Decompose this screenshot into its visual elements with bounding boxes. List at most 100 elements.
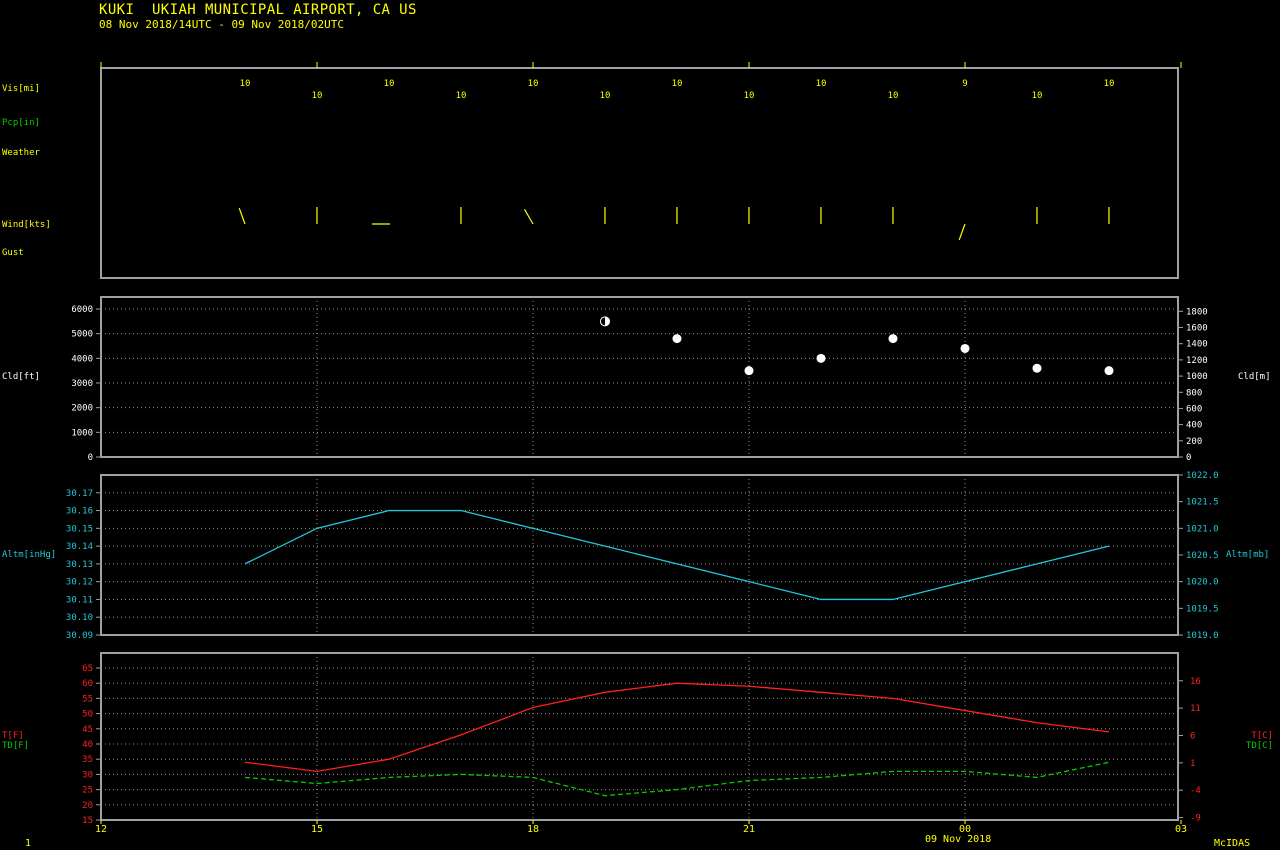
visibility-value: 10	[744, 91, 755, 101]
cloud-y2tick-label: 1200	[1186, 356, 1208, 366]
temp-ytick-label: 25	[82, 786, 93, 796]
cloud-marker	[744, 366, 754, 376]
temp-y2tick-label: -4	[1190, 786, 1201, 796]
temp-ytick-label: 55	[82, 694, 93, 704]
meteogram: Vis[mi]Pcp[in]WeatherWind[kts]Gust101010…	[2, 62, 1273, 835]
temp-ytick-label: 20	[82, 801, 93, 811]
altm-ytick-label: 30.12	[66, 578, 93, 588]
cloud-ytick-label: 3000	[71, 379, 93, 389]
temp-ytick-label: 45	[82, 725, 93, 735]
cloud-marker	[1104, 366, 1114, 376]
temp-y2tick-label: 11	[1190, 704, 1201, 714]
hour-tick-label: 03	[1175, 824, 1187, 835]
cloud-panel-frame	[100, 296, 1179, 458]
surface-panel-frame	[100, 67, 1179, 279]
cloud-ytick-label: 1000	[71, 428, 93, 438]
cloud-marker	[672, 334, 682, 344]
dewpoint-line	[244, 761, 1110, 797]
visibility-value: 10	[240, 79, 251, 89]
cloud-ylabel: Cld[ft]	[2, 372, 40, 382]
cloud-y2tick-label: 1000	[1186, 372, 1208, 382]
hour-tick-label: 15	[311, 824, 323, 835]
cloud-ytick-label: 5000	[71, 330, 93, 340]
wind-barb	[523, 208, 534, 225]
cloud-ytick-label: 4000	[71, 354, 93, 364]
altm-y2tick-label: 1021.0	[1186, 524, 1219, 534]
visibility-value: 9	[962, 79, 967, 89]
temperature-line	[244, 682, 1110, 773]
altm-ytick-label: 30.11	[66, 595, 93, 605]
cloud-y2tick-label: 600	[1186, 404, 1202, 414]
visibility-value: 10	[528, 79, 539, 89]
visibility-value: 10	[312, 91, 323, 101]
visibility-value: 10	[672, 79, 683, 89]
altm-ytick-label: 30.13	[66, 560, 93, 570]
altm-ytick-label: 30.10	[66, 613, 93, 623]
temp-f-label: T[F]	[2, 731, 24, 741]
altm-y2tick-label: 1020.5	[1186, 551, 1219, 561]
hour-tick-label: 12	[95, 824, 107, 835]
visibility-value: 10	[1104, 79, 1115, 89]
cloud-y2label: Cld[m]	[1238, 372, 1271, 382]
visibility-value: 10	[888, 91, 899, 101]
cloud-y2tick-label: 1800	[1186, 307, 1208, 317]
temp-y2tick-label: 16	[1190, 677, 1201, 687]
vis-row-label: Vis[mi]	[2, 84, 40, 94]
cloud-ytick-label: 6000	[71, 305, 93, 315]
visibility-value: 10	[384, 79, 395, 89]
cloud-marker	[888, 334, 898, 344]
altm-ytick-label: 30.15	[66, 524, 93, 534]
cloud-ytick-label: 2000	[71, 404, 93, 414]
altm-ytick-label: 30.17	[66, 489, 93, 499]
temp-y2tick-label: -9	[1190, 814, 1201, 824]
temp-ytick-label: 30	[82, 770, 93, 780]
gust-row-label: Gust	[2, 248, 24, 258]
cloud-ytick-label: 0	[88, 453, 93, 463]
temp-y2tick-label: 1	[1190, 759, 1195, 769]
visibility-value: 10	[816, 79, 827, 89]
visibility-value: 10	[456, 91, 467, 101]
cloud-y2tick-label: 200	[1186, 437, 1202, 447]
altm-ylabel: Altm[inHg]	[2, 550, 56, 560]
temp-c-label: T[C]	[1251, 731, 1273, 741]
wind-row-label: Wind[kts]	[2, 220, 51, 230]
pcp-row-label: Pcp[in]	[2, 118, 40, 128]
cloud-y2tick-label: 1600	[1186, 324, 1208, 334]
altm-y2tick-label: 1019.5	[1186, 604, 1219, 614]
temp-y2tick-label: 6	[1190, 731, 1195, 741]
wind-barb	[958, 223, 966, 241]
weather-row-label: Weather	[2, 148, 41, 158]
temp-ytick-label: 40	[82, 740, 93, 750]
cloud-marker	[960, 343, 970, 353]
temp-ytick-label: 15	[82, 816, 93, 826]
cloud-marker	[1032, 363, 1042, 373]
altm-y2tick-label: 1022.0	[1186, 471, 1219, 481]
cloud-y2tick-label: 1400	[1186, 340, 1208, 350]
cloud-marker	[816, 353, 826, 363]
altm-ytick-label: 30.09	[66, 631, 93, 641]
temp-ytick-label: 50	[82, 710, 93, 720]
visibility-value: 10	[1032, 91, 1043, 101]
altm-y2label: Altm[mb]	[1226, 550, 1269, 560]
altm-y2tick-label: 1020.0	[1186, 578, 1219, 588]
cloud-y2tick-label: 0	[1186, 453, 1191, 463]
footer-left-label: 1	[25, 838, 32, 849]
cloud-y2tick-label: 400	[1186, 421, 1202, 431]
footer-brand: McIDAS	[1214, 838, 1251, 849]
footer-date: 09 Nov 2018	[925, 834, 992, 845]
temp-ytick-label: 35	[82, 755, 93, 765]
altm-y2tick-label: 1019.0	[1186, 631, 1219, 641]
altm-ytick-label: 30.14	[66, 542, 93, 552]
hour-tick-label: 18	[527, 824, 539, 835]
temperature-panel-frame	[100, 652, 1179, 821]
altm-y2tick-label: 1021.5	[1186, 498, 1219, 508]
visibility-value: 10	[600, 91, 611, 101]
altimeter-line	[244, 509, 1110, 601]
dewpoint-c-label: TD[C]	[1246, 741, 1273, 751]
cloud-y2tick-label: 800	[1186, 388, 1202, 398]
wind-barb	[238, 207, 246, 225]
temp-ytick-label: 60	[82, 679, 93, 689]
dewpoint-f-label: TD[F]	[2, 741, 29, 751]
altm-ytick-label: 30.16	[66, 507, 93, 517]
temp-ytick-label: 65	[82, 664, 93, 674]
